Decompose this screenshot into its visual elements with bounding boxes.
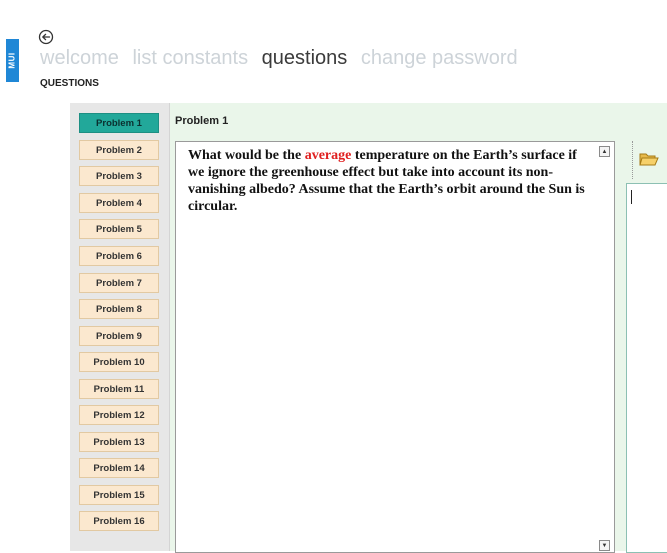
question-text: What would be the average temperature on…: [188, 147, 593, 215]
back-arrow-icon[interactable]: [38, 29, 54, 45]
problem-button-13[interactable]: Problem 13: [79, 432, 159, 452]
problem-button-9[interactable]: Problem 9: [79, 326, 159, 346]
problem-button-12[interactable]: Problem 12: [79, 405, 159, 425]
text-caret: [631, 190, 632, 204]
problem-button-7[interactable]: Problem 7: [79, 273, 159, 293]
nav-change-password[interactable]: change password: [361, 47, 518, 69]
main-nav: welcome list constants questions change …: [40, 47, 526, 70]
problem-button-3[interactable]: Problem 3: [79, 166, 159, 186]
answer-toolbar: [632, 141, 667, 179]
app-side-tab[interactable]: MUI: [6, 39, 19, 82]
page-title: QUESTIONS: [40, 78, 99, 89]
question-panel: Problem 1 What would be the average temp…: [170, 103, 667, 553]
problem-button-1[interactable]: Problem 1: [79, 113, 159, 133]
problem-button-5[interactable]: Problem 5: [79, 219, 159, 239]
problem-button-8[interactable]: Problem 8: [79, 299, 159, 319]
problem-button-6[interactable]: Problem 6: [79, 246, 159, 266]
question-text-box[interactable]: What would be the average temperature on…: [175, 141, 615, 553]
problem-button-10[interactable]: Problem 10: [79, 352, 159, 372]
problem-button-4[interactable]: Problem 4: [79, 193, 159, 213]
scroll-up-button[interactable]: ▲: [599, 146, 610, 157]
problem-button-11[interactable]: Problem 11: [79, 379, 159, 399]
question-highlight-word: average: [304, 148, 352, 163]
question-title: Problem 1: [175, 115, 229, 127]
problem-list-panel: Problem 1 Problem 2 Problem 3 Problem 4 …: [70, 103, 170, 551]
nav-questions[interactable]: questions: [262, 47, 348, 69]
side-tab-label: MUI: [8, 52, 18, 69]
problem-button-15[interactable]: Problem 15: [79, 485, 159, 505]
problem-button-2[interactable]: Problem 2: [79, 140, 159, 160]
question-text-before: What would be the: [188, 148, 305, 163]
scroll-down-button[interactable]: ▼: [599, 540, 610, 551]
open-folder-icon[interactable]: [639, 150, 659, 168]
nav-list-constants[interactable]: list constants: [132, 47, 248, 69]
answer-editor[interactable]: [626, 183, 667, 553]
nav-welcome[interactable]: welcome: [40, 47, 119, 69]
problem-button-14[interactable]: Problem 14: [79, 458, 159, 478]
problem-button-16[interactable]: Problem 16: [79, 511, 159, 531]
